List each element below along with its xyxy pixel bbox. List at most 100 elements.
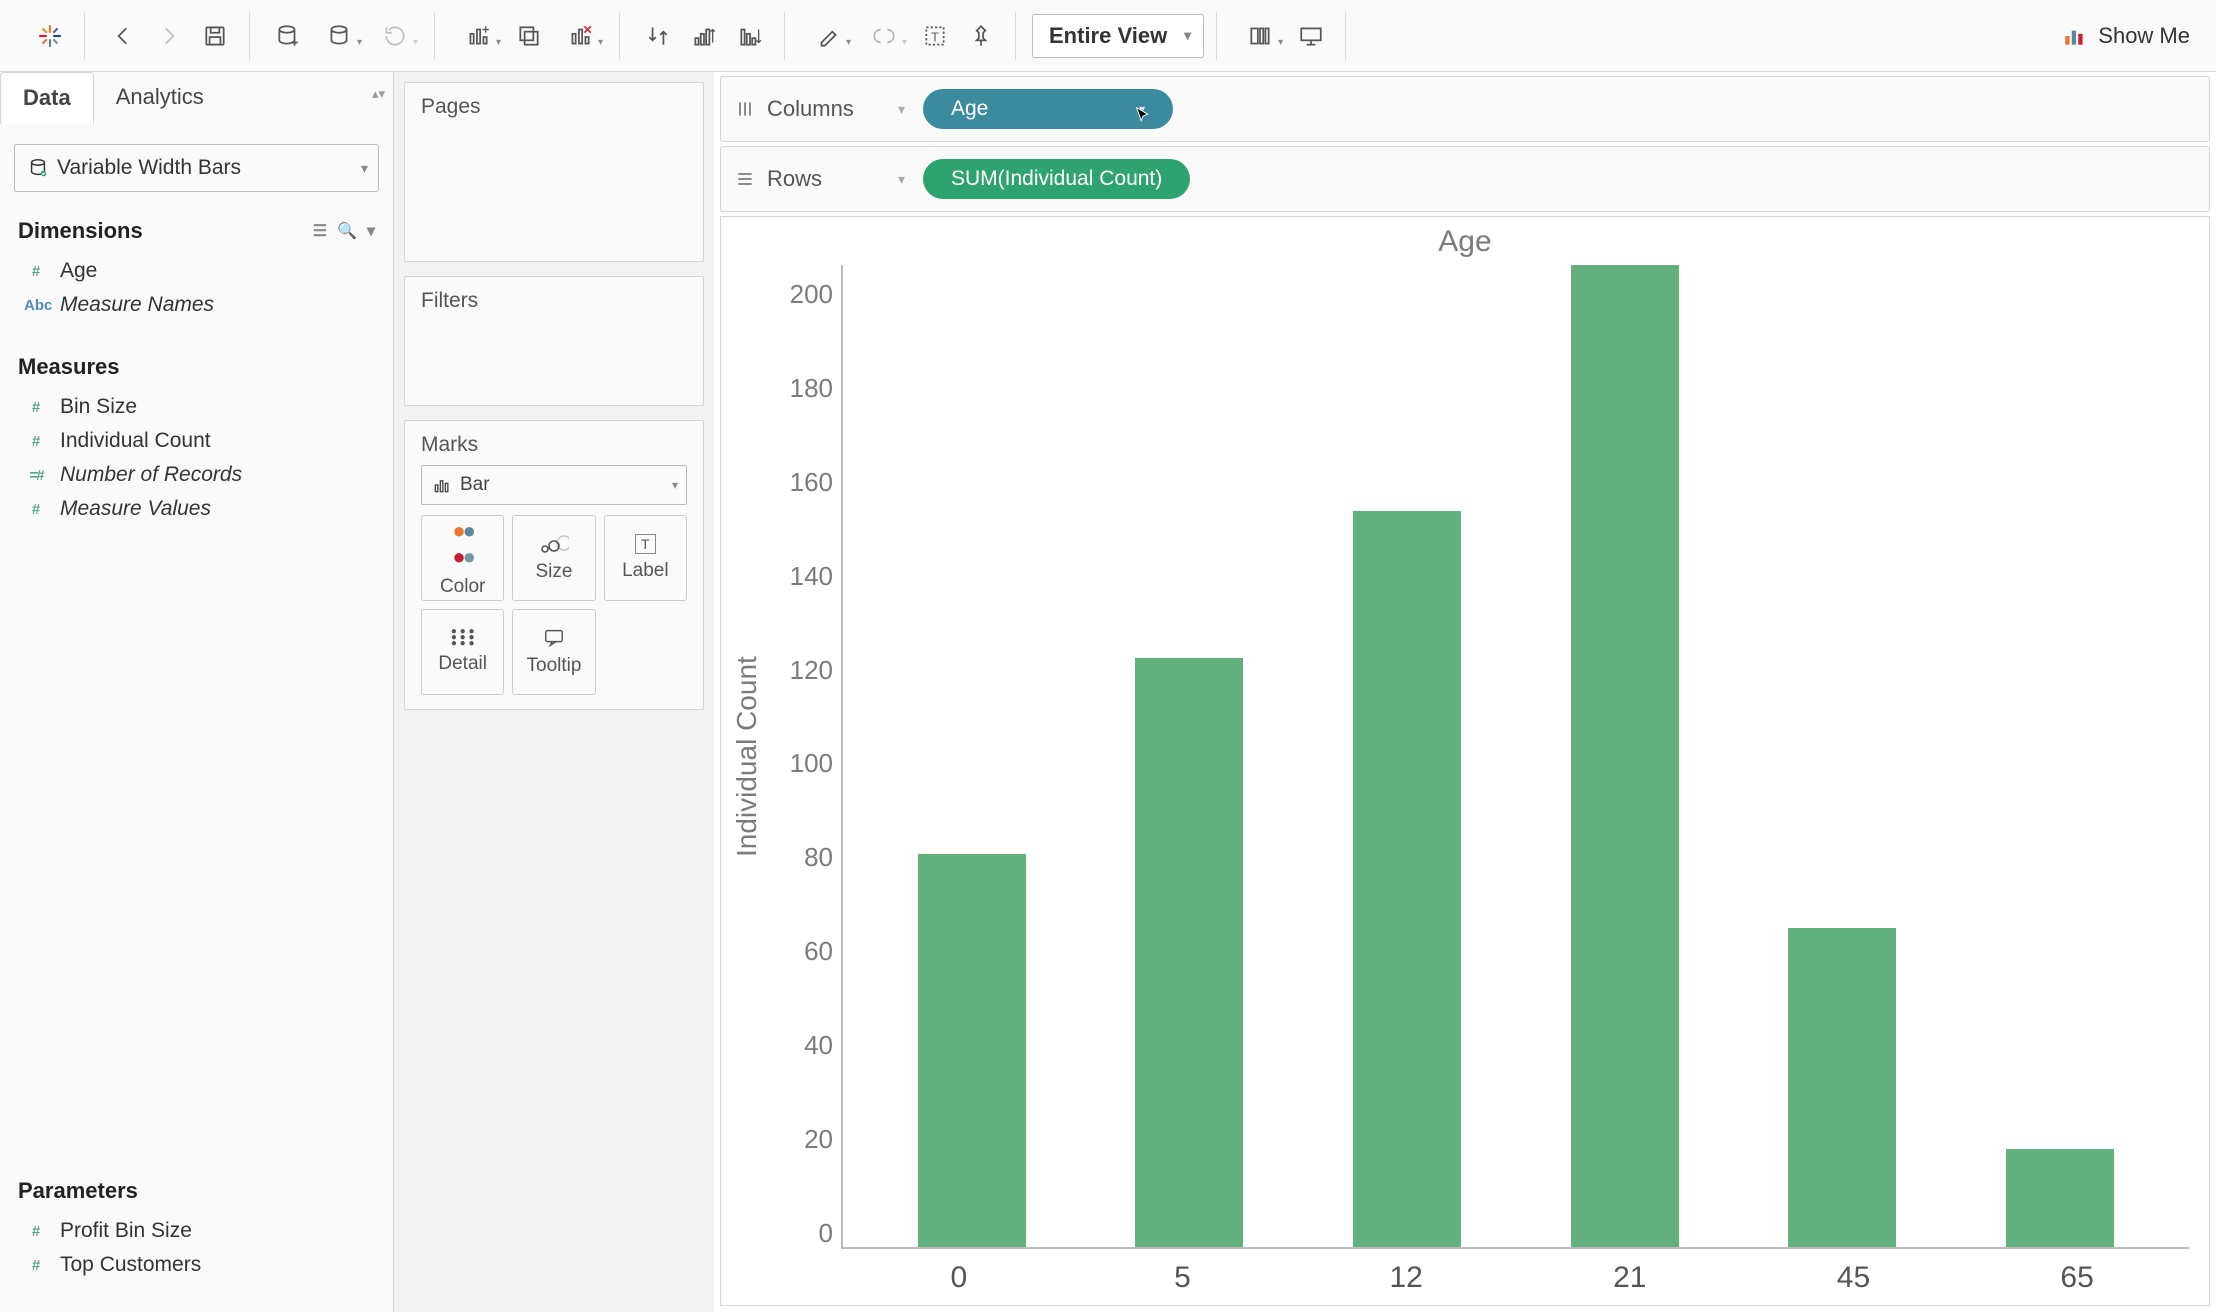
marks-color[interactable]: ●●●●Color	[421, 515, 504, 601]
pages-label: Pages	[421, 95, 687, 119]
rows-label: Rows	[767, 166, 822, 192]
y-tick: 140	[790, 561, 833, 592]
field-label: Individual Count	[60, 429, 211, 453]
x-axis-ticks: 0512214565	[721, 1255, 2209, 1305]
pin-icon[interactable]	[959, 14, 1003, 58]
swap-icon[interactable]	[636, 14, 680, 58]
dimensions-header: Dimensions ☰ 🔍 ▾	[0, 204, 393, 252]
tab-data[interactable]: Data	[0, 72, 94, 124]
sort-asc-icon[interactable]	[682, 14, 726, 58]
fit-view-select[interactable]: Entire View	[1032, 14, 1204, 58]
filters-label: Filters	[421, 289, 687, 313]
cursor-icon	[1133, 105, 1155, 127]
list-view-icon[interactable]: ☰	[313, 221, 327, 241]
datasource-select[interactable]: Variable Width Bars ▾	[14, 144, 379, 192]
hash-icon: #	[24, 1223, 48, 1240]
bar[interactable]	[1135, 658, 1243, 1247]
detail-icon: ● ● ●● ● ●● ● ●	[451, 629, 475, 647]
marks-tooltip[interactable]: Tooltip	[512, 609, 595, 695]
hash-icon: #	[24, 263, 48, 280]
marks-label: Marks	[421, 433, 687, 457]
text-label-icon[interactable]: T	[913, 14, 957, 58]
presentation-icon[interactable]	[1289, 14, 1333, 58]
search-fields-icon[interactable]: 🔍	[337, 221, 357, 241]
x-tick: 21	[1576, 1261, 1684, 1295]
measure-field[interactable]: #Individual Count	[0, 424, 393, 458]
y-tick: 180	[790, 373, 833, 404]
tableau-logo-icon[interactable]	[28, 14, 72, 58]
measure-field[interactable]: #Measure Values	[0, 492, 393, 526]
highlight-icon[interactable]: ▾	[801, 14, 855, 58]
columns-shelf[interactable]: Columns▾ Age▾	[720, 76, 2210, 142]
cards-column: Pages Filters Marks Bar ●●●●Color Size T…	[394, 72, 714, 1312]
new-worksheet-icon[interactable]: ▾	[451, 14, 505, 58]
y-tick: 120	[790, 655, 833, 686]
sort-desc-icon[interactable]	[728, 14, 772, 58]
tab-analytics[interactable]: Analytics▴▾	[94, 72, 393, 124]
x-tick: 0	[905, 1261, 1013, 1295]
filters-shelf[interactable]: Filters	[404, 276, 704, 406]
save-icon[interactable]	[193, 14, 237, 58]
rows-pill-individual-count[interactable]: SUM(Individual Count)	[923, 159, 1190, 199]
label-icon: T	[635, 534, 656, 554]
hash-icon: #	[24, 399, 48, 416]
abc-icon: Abc	[24, 297, 48, 314]
show-me-label: Show Me	[2098, 23, 2190, 49]
bar[interactable]	[2006, 1149, 2114, 1247]
parameters-header: Parameters	[0, 1164, 393, 1212]
chart-area: Age Individual Count 2001801601401201008…	[720, 216, 2210, 1306]
duplicate-sheet-icon[interactable]	[507, 14, 551, 58]
columns-pill-age[interactable]: Age▾	[923, 89, 1173, 129]
show-me-button[interactable]: Show Me	[2052, 23, 2200, 49]
x-tick: 12	[1352, 1261, 1460, 1295]
field-label: Measure Names	[60, 293, 214, 317]
marks-size[interactable]: Size	[512, 515, 595, 601]
y-tick: 200	[790, 279, 833, 310]
measure-field[interactable]: # Bin Size	[0, 390, 393, 424]
rows-icon	[735, 169, 755, 189]
pause-data-icon[interactable]: ▾	[312, 14, 366, 58]
group-icon[interactable]: ▾	[857, 14, 911, 58]
clear-sheet-icon[interactable]: ▾	[553, 14, 607, 58]
parameter-field[interactable]: #Profit Bin Size	[0, 1214, 393, 1248]
show-cards-icon[interactable]: ▾	[1233, 14, 1287, 58]
refresh-data-icon[interactable]: ▾	[368, 14, 422, 58]
pages-shelf[interactable]: Pages	[404, 82, 704, 262]
field-label: Top Customers	[60, 1253, 201, 1277]
parameter-field[interactable]: #Top Customers	[0, 1248, 393, 1282]
bar[interactable]	[918, 854, 1026, 1247]
marks-detail[interactable]: ● ● ●● ● ●● ● ●Detail	[421, 609, 504, 695]
dimension-field[interactable]: Abc Measure Names	[0, 288, 393, 322]
forward-icon	[147, 14, 191, 58]
new-datasource-icon[interactable]	[266, 14, 310, 58]
datasource-icon	[27, 157, 49, 179]
bar[interactable]	[1353, 511, 1461, 1248]
fit-view-label: Entire View	[1049, 23, 1167, 49]
back-icon[interactable]	[101, 14, 145, 58]
worksheet: Columns▾ Age▾ Rows▾ SUM(Individual Count…	[714, 72, 2216, 1312]
color-icon: ●●●●	[452, 518, 473, 570]
y-axis-label[interactable]: Individual Count	[727, 265, 767, 1249]
tooltip-icon	[541, 627, 567, 649]
fields-menu-icon[interactable]: ▾	[367, 221, 375, 241]
measures-header: Measures	[0, 340, 393, 388]
dimension-field[interactable]: #Age	[0, 254, 393, 288]
y-tick: 60	[804, 936, 833, 967]
mark-type-label: Bar	[460, 474, 490, 496]
plot-area[interactable]	[841, 265, 2189, 1249]
bar[interactable]	[1788, 928, 1896, 1247]
svg-text:T: T	[931, 29, 939, 44]
bar[interactable]	[1571, 265, 1679, 1247]
field-label: Measure Values	[60, 497, 211, 521]
mark-type-select[interactable]: Bar	[421, 465, 687, 505]
y-tick: 20	[804, 1124, 833, 1155]
marks-card: Marks Bar ●●●●Color Size TLabel ● ● ●● ●…	[404, 420, 704, 710]
y-axis-ticks: 200180160140120100806040200	[767, 265, 841, 1249]
chart-title[interactable]: Age	[721, 225, 2209, 259]
columns-icon	[735, 99, 755, 119]
marks-label[interactable]: TLabel	[604, 515, 687, 601]
y-tick: 0	[819, 1218, 833, 1249]
measure-field[interactable]: =#Number of Records	[0, 458, 393, 492]
rows-shelf[interactable]: Rows▾ SUM(Individual Count)	[720, 146, 2210, 212]
field-label: Bin Size	[60, 395, 137, 419]
